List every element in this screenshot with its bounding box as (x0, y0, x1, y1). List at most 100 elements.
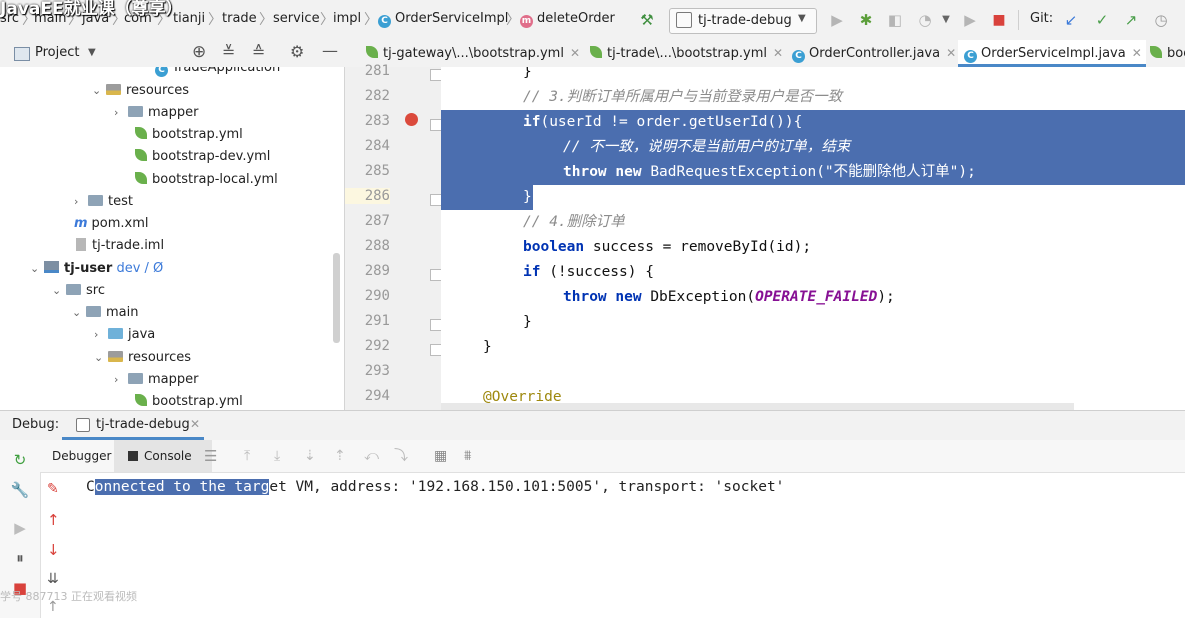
wrench-icon[interactable]: 🔧 (10, 480, 30, 500)
breadcrumb-method[interactable]: m deleteOrder (520, 11, 615, 28)
resume-icon[interactable]: ▶ (959, 9, 981, 31)
expand-all-icon[interactable]: ≚ (222, 42, 235, 61)
up-arrow-icon[interactable]: ↑ (47, 511, 60, 529)
step-out-icon[interactable]: ⇡ (334, 440, 346, 472)
yaml-icon (366, 46, 378, 58)
tree-item[interactable]: ⌄ src (52, 280, 105, 302)
gear-icon[interactable]: ⚙ (290, 42, 304, 61)
tree-item-module[interactable]: ⌄ tj-user dev / Ø (30, 258, 163, 280)
run-to-cursor-icon[interactable]: ⤵ (394, 440, 408, 472)
stop-icon[interactable]: ■ (988, 9, 1010, 31)
breadcrumb-class[interactable]: C OrderServiceImpl (378, 11, 508, 28)
class-icon: C (792, 50, 805, 63)
clear-console-icon[interactable]: ✎ (47, 481, 59, 497)
console-output[interactable]: Connected to the target VM, address: '19… (41, 473, 1185, 618)
tree-item[interactable]: C TradeApplication (155, 67, 280, 79)
code-editor[interactable]: } // 3.判断订单所属用户与当前登录用户是否一致 if(userId != … (441, 67, 1185, 410)
line-number: 284 (364, 138, 390, 154)
editor-gutter: 281 282 283 284 285 286 287 288 289 290 … (345, 63, 442, 410)
run-configuration-label: tj-trade-debug (698, 13, 792, 28)
tab-trade-bootstrap[interactable]: tj-trade\...\bootstrap.yml ✕ (584, 40, 783, 67)
close-icon[interactable]: ✕ (946, 46, 956, 60)
tree-item-label: mapper (148, 105, 199, 120)
close-icon[interactable]: ✕ (570, 46, 580, 60)
coverage-icon[interactable]: ◧ (884, 9, 906, 31)
tree-item[interactable]: ⌄ resources (92, 80, 189, 102)
video-watermark: JavaEE就业课（尊享） (0, 0, 183, 19)
line-number: 282 (364, 88, 390, 104)
show-execution-point-icon[interactable]: ⤒ (244, 440, 250, 472)
tab-order-service-impl[interactable]: C OrderServiceImpl.java ✕ (958, 40, 1146, 67)
down-arrow-icon[interactable]: ↓ (47, 541, 60, 559)
run-icon[interactable]: ▶ (826, 9, 848, 31)
breadcrumb-impl[interactable]: impl (333, 11, 361, 26)
menu-lines-icon[interactable]: ☰ (204, 440, 217, 472)
tree-item[interactable]: tj-trade.iml (76, 235, 164, 257)
tab-label: OrderServiceImpl.java (981, 46, 1126, 61)
breadcrumb-service[interactable]: service (273, 11, 320, 26)
tab-label: boo (1167, 46, 1185, 61)
tree-item[interactable]: › test (74, 191, 133, 213)
resume-program-icon[interactable]: ▶ (10, 518, 30, 538)
rerun-icon[interactable]: ↻ (10, 450, 30, 470)
more-run-chevron-icon[interactable]: ▼ (935, 9, 957, 31)
vcs-commit-icon[interactable]: ✓ (1091, 9, 1113, 31)
editor-horizontal-scrollbar[interactable] (441, 403, 1074, 410)
pause-icon[interactable]: ⏸ (10, 548, 30, 568)
code-line: // 4.删除订单 (523, 210, 625, 235)
trace-icon[interactable]: ⩩ (464, 440, 471, 472)
line-number: 290 (364, 288, 390, 304)
tab-gateway-bootstrap[interactable]: tj-gateway\...\bootstrap.yml ✕ (360, 40, 580, 67)
close-icon[interactable]: ✕ (1132, 46, 1142, 60)
vcs-update-icon[interactable]: ↙ (1060, 9, 1082, 31)
sort-icon[interactable]: ⇊ (47, 571, 59, 587)
tree-item[interactable]: › mapper (114, 102, 198, 124)
tree-item[interactable]: m pom.xml (74, 213, 149, 235)
tree-item[interactable]: › mapper (114, 369, 198, 391)
tab-overflow[interactable]: boo (1144, 40, 1185, 67)
tree-item[interactable]: bootstrap.yml (135, 124, 243, 146)
minimize-icon[interactable]: — (322, 41, 338, 60)
line-number: 292 (364, 338, 390, 354)
tree-item[interactable]: ⌄ resources (94, 347, 191, 369)
tab-order-controller[interactable]: C OrderController.java ✕ (786, 40, 956, 67)
tree-item[interactable]: bootstrap.yml (135, 391, 243, 410)
build-hammer-icon[interactable]: ⚒ (636, 9, 658, 31)
tree-item[interactable]: ⌄ main (72, 302, 138, 324)
debug-bug-icon[interactable]: ✱ (855, 9, 877, 31)
tree-item[interactable]: › java (94, 324, 155, 346)
run-configuration-select[interactable]: tj-trade-debug ▼ (669, 8, 817, 34)
breakpoint-icon[interactable] (405, 113, 418, 126)
locate-target-icon[interactable]: ⊕ (192, 42, 206, 62)
close-icon[interactable]: ✕ (773, 46, 783, 60)
breadcrumb-trade[interactable]: trade (222, 11, 257, 26)
vcs-push-icon[interactable]: ↗ (1120, 9, 1142, 31)
profile-icon[interactable]: ◔ (914, 9, 936, 31)
chevron-down-icon: ▼ (798, 13, 806, 24)
close-icon[interactable]: ✕ (190, 417, 200, 431)
drop-frame-icon[interactable]: ⤺ (364, 440, 379, 472)
code-line: boolean success = removeById(id); (523, 235, 811, 260)
evaluate-expression-icon[interactable]: ▦ (434, 440, 447, 472)
class-icon: C (378, 15, 391, 28)
chevron-down-icon[interactable]: ▼ (88, 47, 96, 58)
tree-item-label: bootstrap.yml (152, 127, 243, 142)
collapse-all-icon[interactable]: ≙ (252, 42, 265, 61)
tab-console[interactable]: Console (114, 440, 212, 472)
console-line: Connected to the target VM, address: '19… (86, 479, 784, 495)
project-scrollbar[interactable] (333, 253, 340, 343)
history-clock-icon[interactable]: ◷ (1150, 9, 1172, 31)
debug-session-tab[interactable]: tj-trade-debug ✕ (62, 411, 204, 440)
tree-item-label: mapper (148, 372, 199, 387)
step-over-icon[interactable]: ⤓ (274, 440, 280, 472)
tree-item[interactable]: bootstrap-local.yml (135, 169, 278, 191)
tree-item-label: bootstrap.yml (152, 394, 243, 409)
yaml-icon (135, 149, 147, 161)
step-into-icon[interactable]: ⇣ (304, 440, 316, 472)
code-line: } (523, 67, 532, 85)
tree-item[interactable]: bootstrap-dev.yml (135, 146, 270, 168)
yaml-icon (135, 394, 147, 406)
breadcrumb-separator: 〉 (506, 12, 520, 28)
tab-debugger[interactable]: Debugger (52, 440, 111, 472)
project-panel-title[interactable]: Project (35, 45, 79, 60)
